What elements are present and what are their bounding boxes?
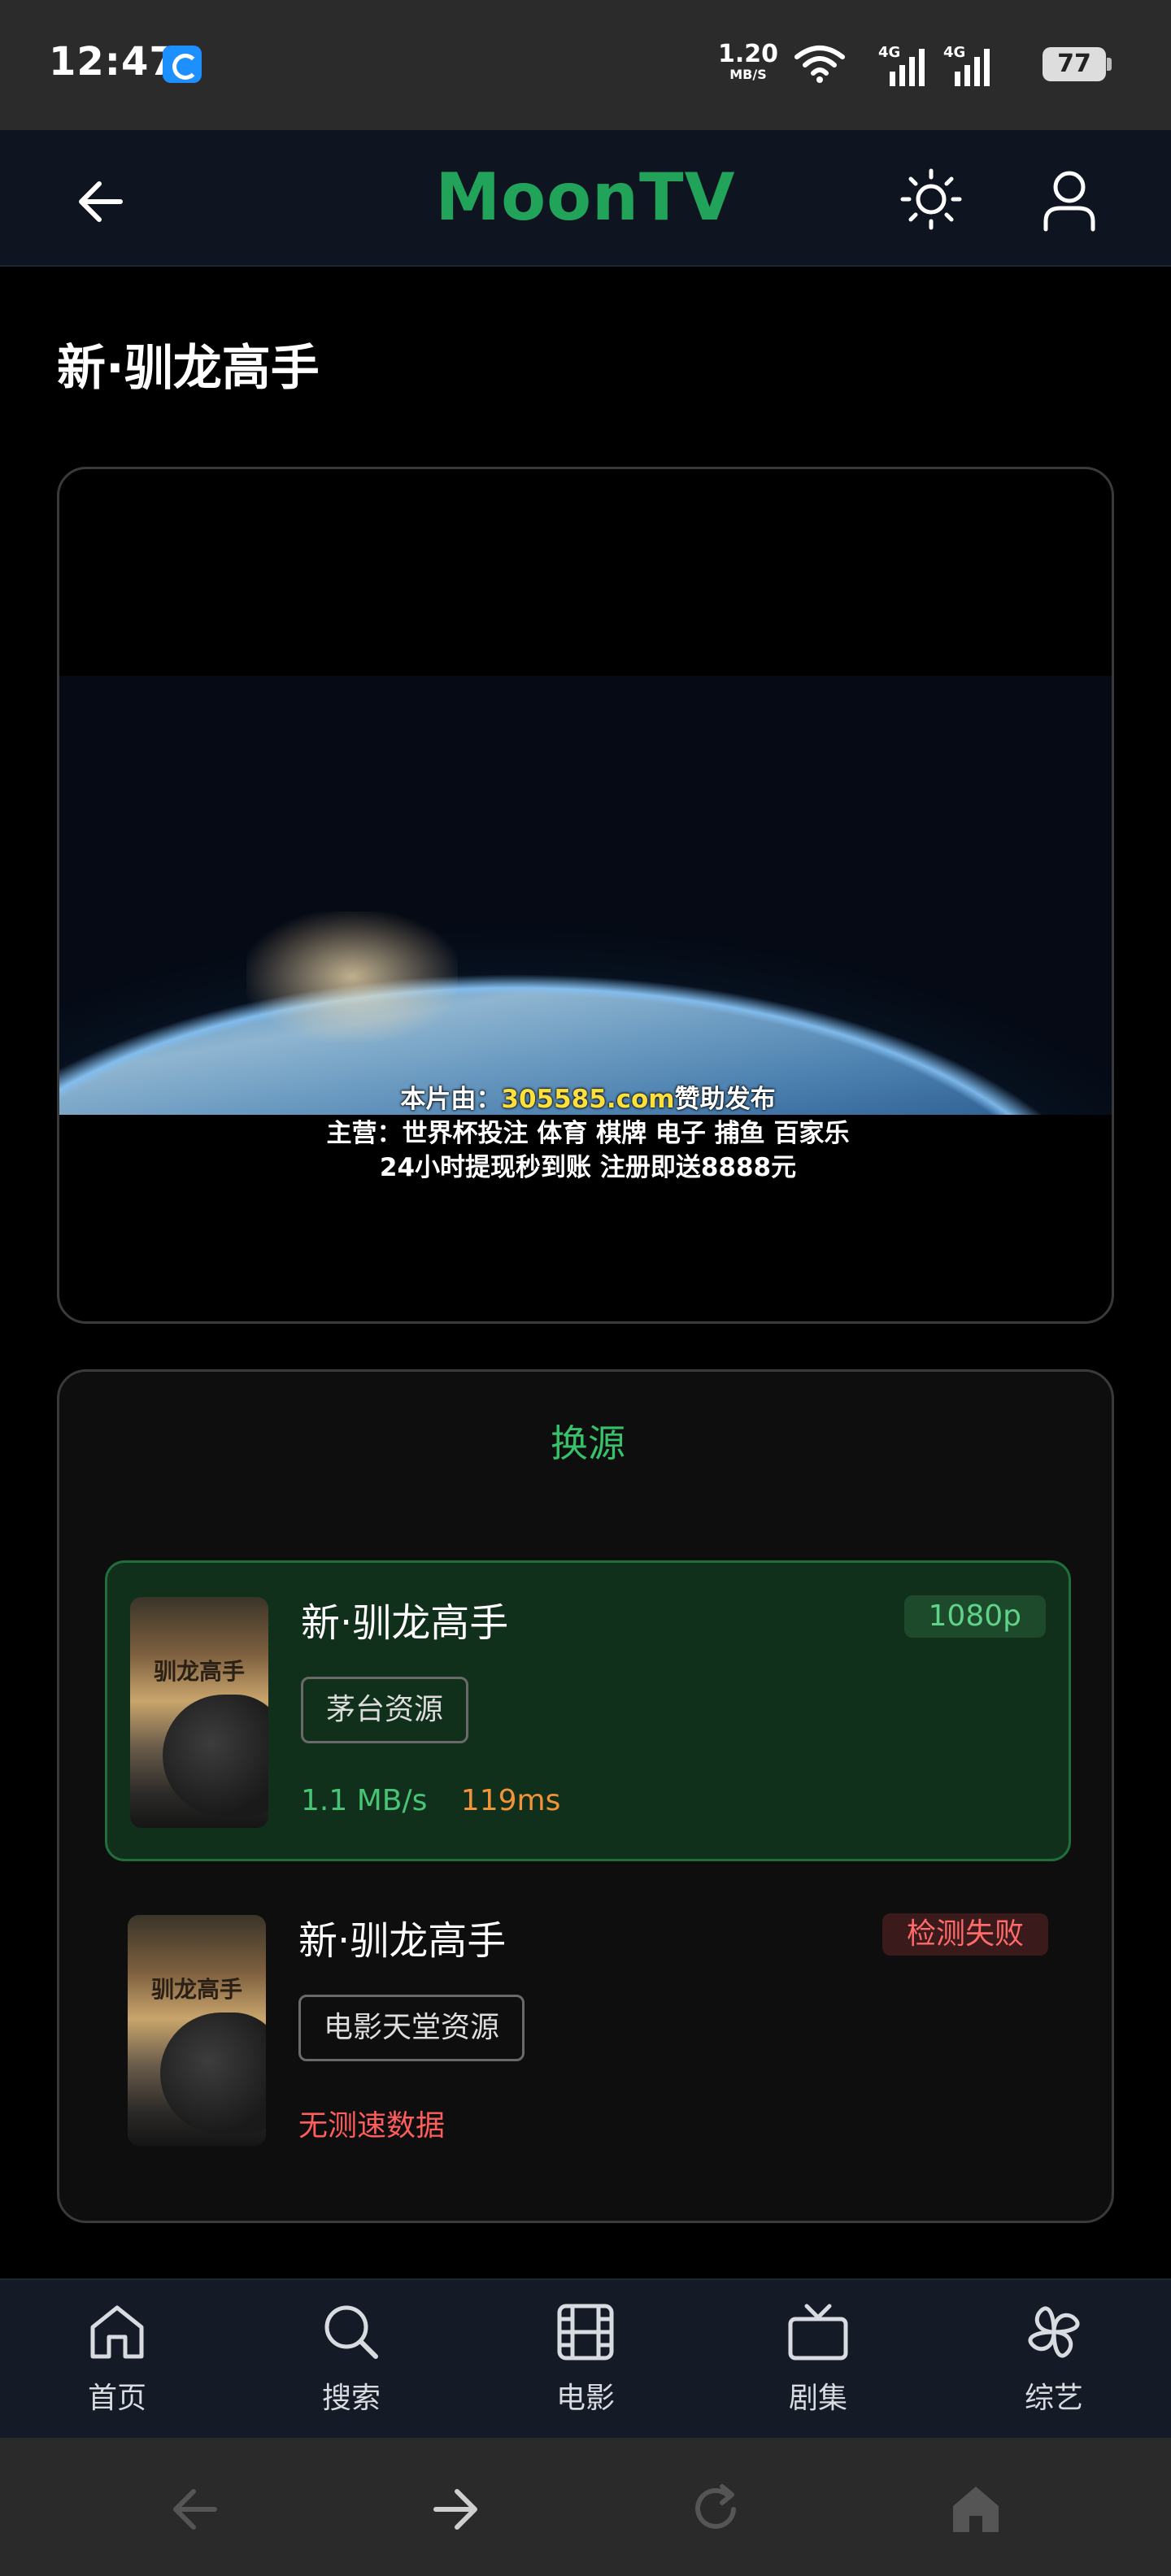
wifi-icon — [794, 46, 845, 83]
latency: 119ms — [460, 1784, 561, 1817]
clover-icon — [1028, 2306, 1080, 2358]
speed-info: 无测速数据 — [298, 2102, 445, 2144]
status-time: 12:47 — [49, 39, 177, 85]
no-speed-data: 无测速数据 — [298, 2109, 446, 2143]
status-indicators: 1.20 MB/S 4G 4G 77 — [537, 39, 1112, 88]
browser-nav-bar — [0, 2438, 1171, 2576]
poster-image: 驯龙高手 — [128, 1915, 266, 2146]
search-icon — [324, 2305, 378, 2359]
home-icon[interactable] — [947, 2480, 1005, 2539]
nav-item-movies[interactable]: 电影 — [504, 2300, 667, 2430]
svg-text:4G: 4G — [943, 44, 965, 61]
source-title: 新·驯龙高手 — [298, 1918, 507, 1964]
status-bar: 12:47 1.20 MB/S 4G 4G 77 — [0, 0, 1171, 130]
page-title: 新·驯龙高手 — [57, 340, 320, 397]
nav-item-search[interactable]: 搜索 — [270, 2300, 433, 2430]
user-icon[interactable] — [1033, 163, 1106, 236]
brand-logo[interactable]: MoonTV — [0, 159, 1171, 235]
speed-info: 1.1 MB/s 119ms — [301, 1784, 560, 1817]
panel-title: 换源 — [551, 1421, 625, 1465]
video-frame[interactable] — [59, 676, 1112, 1115]
quality-badge: 1080p — [903, 1595, 1046, 1638]
film-icon — [557, 2304, 614, 2361]
source-title: 新·驯龙高手 — [301, 1600, 509, 1646]
forward-icon[interactable] — [426, 2480, 485, 2539]
reload-icon[interactable] — [686, 2480, 745, 2539]
video-subtitles: 本片由：305585.com赞助发布 主营：世界杯投注 体育 棋牌 电子 捕鱼 … — [326, 1085, 850, 1182]
source-card-active[interactable]: 驯龙高手 新·驯龙高手 1080p 茅台资源 1.1 MB/s 119ms — [105, 1560, 1071, 1861]
poster-image: 驯龙高手 — [130, 1597, 268, 1828]
app-header: MoonTV — [0, 130, 1171, 267]
video-player[interactable]: 本片由：305585.com赞助发布 主营：世界杯投注 体育 棋牌 电子 捕鱼 … — [57, 467, 1114, 1324]
sun-icon[interactable] — [895, 163, 968, 236]
svg-text:4G: 4G — [878, 44, 900, 61]
app-notification-icon — [163, 46, 202, 83]
home-icon — [90, 2305, 144, 2359]
nav-item-variety[interactable]: 综艺 — [973, 2300, 1135, 2430]
download-speed: 1.1 MB/s — [301, 1784, 428, 1817]
bottom-nav: 首页 搜索 电影 剧集 综艺 — [0, 2278, 1171, 2438]
status-badge: 检测失败 — [882, 1913, 1048, 1956]
signal-4g-icon-2: 4G — [943, 44, 990, 86]
nav-item-series[interactable]: 剧集 — [737, 2300, 899, 2430]
source-name-tag: 茅台资源 — [301, 1677, 469, 1743]
nav-item-home[interactable]: 首页 — [36, 2300, 198, 2430]
battery-icon: 77 — [1043, 47, 1112, 81]
back-icon[interactable] — [166, 2480, 224, 2539]
signal-4g-icon: 4G — [878, 44, 925, 86]
source-switch-panel: 换源 驯龙高手 新·驯龙高手 1080p 茅台资源 1.1 MB/s 119ms… — [57, 1369, 1114, 2223]
network-speed: 1.20 MB/S — [717, 40, 779, 82]
source-name-tag: 电影天堂资源 — [298, 1995, 525, 2061]
source-card[interactable]: 驯龙高手 新·驯龙高手 检测失败 电影天堂资源 无测速数据 — [105, 1881, 1071, 2182]
tv-icon — [788, 2304, 848, 2361]
